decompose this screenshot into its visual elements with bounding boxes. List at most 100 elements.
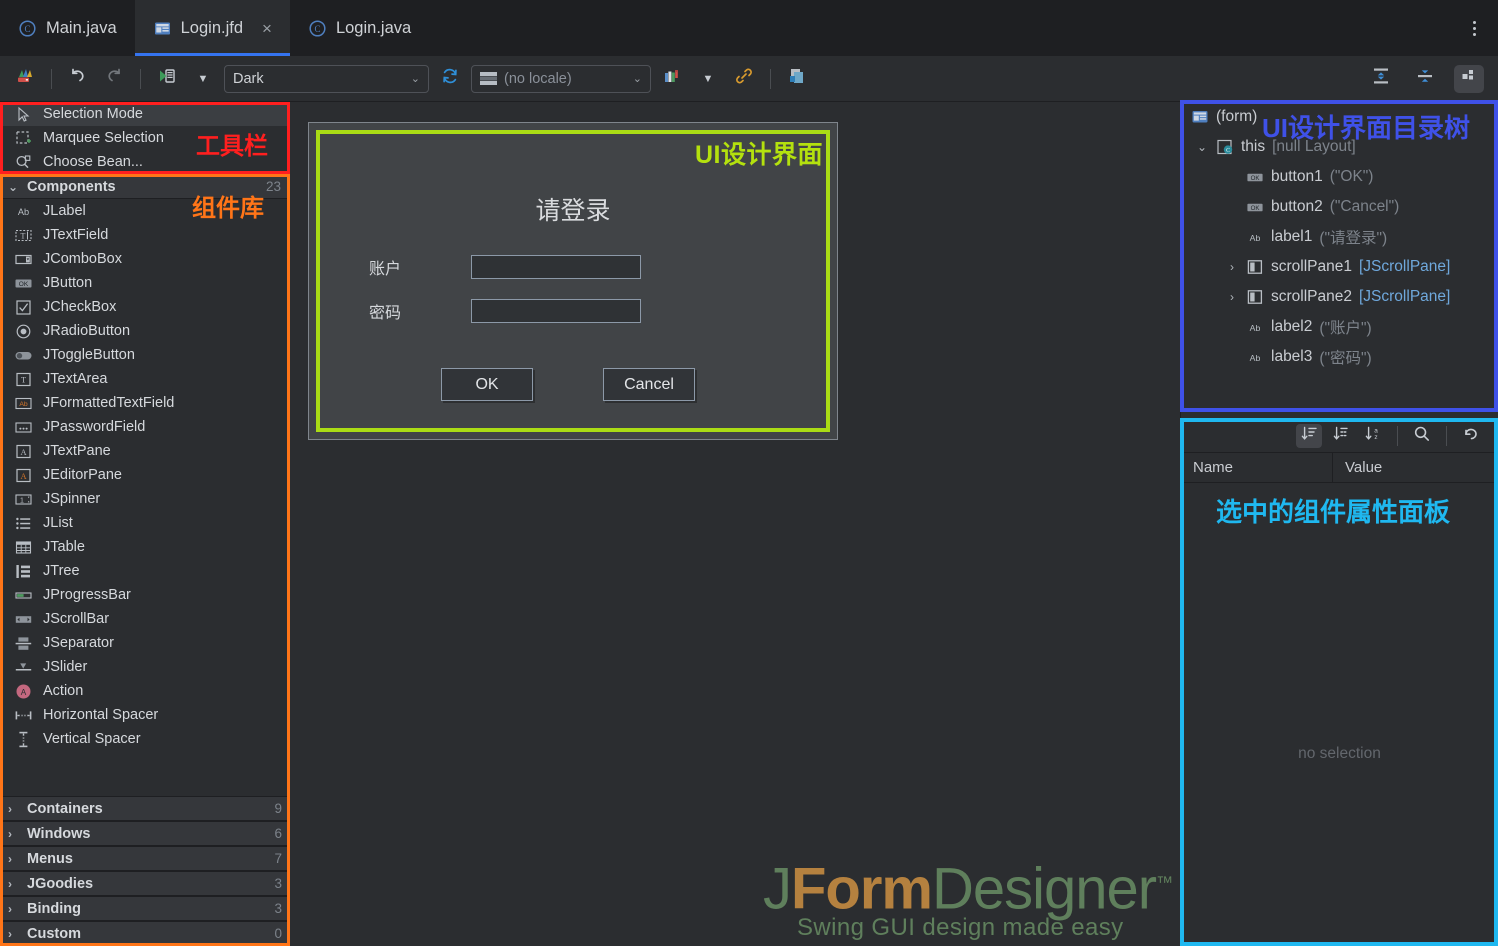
layout-grid-button[interactable] — [1454, 65, 1484, 93]
checkbox-icon — [14, 298, 33, 317]
palette-item-jslider[interactable]: JSlider — [0, 655, 289, 679]
palette-item-jscrollbar[interactable]: JScrollBar — [0, 607, 289, 631]
distribute-vertical-button[interactable] — [1366, 65, 1396, 93]
align-center-button[interactable] — [1410, 65, 1440, 93]
run-form-icon — [157, 66, 177, 91]
palette-group-label: Custom — [27, 926, 267, 942]
run-form-button[interactable] — [152, 65, 182, 93]
properties-column-name: Name — [1181, 453, 1333, 482]
palette-item-jseparator[interactable]: JSeparator — [0, 631, 289, 655]
palette-item-jpasswordfield[interactable]: JPasswordField — [0, 415, 289, 439]
tab-overflow-menu-button[interactable] — [1465, 0, 1484, 56]
palette-item-jtextfield[interactable]: TJTextField — [0, 223, 289, 247]
watermark-j: J — [763, 856, 791, 921]
form-heading-label[interactable]: 请登录 — [309, 191, 837, 227]
palette-group-windows[interactable]: ›Windows6 — [0, 821, 290, 846]
svg-text:T: T — [21, 231, 26, 240]
button-icon: OK — [1246, 168, 1264, 186]
link-button[interactable] — [729, 65, 759, 93]
tab-login-java[interactable]: C Login.java — [290, 0, 429, 56]
tab-main-java[interactable]: C Main.java — [0, 0, 135, 56]
textarea-icon: T — [14, 370, 33, 389]
toolbar-right-group — [1366, 65, 1488, 93]
palette-item-jtable[interactable]: JTable — [0, 535, 289, 559]
palette-group-label: JGoodies — [27, 876, 267, 892]
refresh-button[interactable] — [435, 65, 465, 93]
palette-item-jcombobox[interactable]: JComboBox — [0, 247, 289, 271]
sort-alphabetically-button[interactable]: a z — [1360, 424, 1386, 448]
palette-group-menus[interactable]: ›Menus7 — [0, 846, 290, 871]
resource-bundle-dropdown-button[interactable]: ▼ — [693, 65, 723, 93]
svg-text:A: A — [21, 688, 27, 697]
form-field-label[interactable]: 密码 — [349, 299, 421, 323]
chevron-right-icon[interactable]: › — [1225, 290, 1239, 304]
palette-group-binding[interactable]: ›Binding3 — [0, 896, 290, 921]
list-icon — [14, 514, 33, 533]
button-icon: OK — [1246, 198, 1264, 216]
sort-by-category-button[interactable] — [1296, 424, 1322, 448]
palette-item-jtextpane[interactable]: AJTextPane — [0, 439, 289, 463]
button-icon: OK — [14, 274, 33, 293]
tree-node-label2[interactable]: Ablabel2("账户") — [1181, 312, 1498, 342]
tree-node-scrollpane2[interactable]: ›scrollPane2[JScrollPane] — [1181, 282, 1498, 312]
svg-text:C: C — [1226, 148, 1230, 154]
palette-item-jtextarea[interactable]: T JTextArea — [0, 367, 289, 391]
cancel-button[interactable]: Cancel — [603, 368, 695, 401]
palette-button[interactable] — [10, 65, 40, 93]
redo-button[interactable] — [99, 65, 129, 93]
theme-select[interactable]: Dark ⌄ — [224, 65, 429, 93]
tab-close-icon[interactable]: × — [262, 20, 272, 37]
properties-search-button[interactable] — [1409, 424, 1435, 448]
tree-node-button2[interactable]: OKbutton2("Cancel") — [1181, 192, 1498, 222]
radiobutton-icon — [14, 322, 33, 341]
palette-item-jtree[interactable]: JTree — [0, 559, 289, 583]
palette-item-jradiobutton[interactable]: JRadioButton — [0, 319, 289, 343]
java-source-button[interactable] — [782, 65, 812, 93]
palette-item-vertical spacer[interactable]: Vertical Spacer — [0, 727, 289, 751]
palette-item-jbutton[interactable]: OKJButton — [0, 271, 289, 295]
chevron-down-icon[interactable]: ⌄ — [1195, 140, 1209, 154]
palette-item-jtogglebutton[interactable]: JToggleButton — [0, 343, 289, 367]
label-icon: Ab — [14, 202, 33, 221]
svg-text:C: C — [24, 24, 30, 34]
tree-node-label1[interactable]: Ablabel1("请登录") — [1181, 222, 1498, 252]
palette-group-custom[interactable]: ›Custom0 — [0, 921, 290, 946]
design-canvas[interactable]: UI设计界面 请登录 账户 密码 OK Cancel JFormDesigner… — [291, 102, 1179, 946]
svg-text:OK: OK — [19, 281, 29, 288]
undo-button[interactable] — [63, 65, 93, 93]
chevron-right-icon[interactable]: › — [1225, 260, 1239, 274]
palette-item-horizontal spacer[interactable]: Horizontal Spacer — [0, 703, 289, 727]
design-form[interactable]: UI设计界面 请登录 账户 密码 OK Cancel — [308, 122, 838, 440]
palette-item-jlist[interactable]: JList — [0, 511, 289, 535]
palette-item-label: JSeparator — [43, 635, 114, 651]
palette-group-jgoodies[interactable]: ›JGoodies3 — [0, 871, 290, 896]
locale-select[interactable]: (no locale) ⌄ — [471, 65, 651, 93]
resource-bundle-button[interactable] — [657, 65, 687, 93]
tree-node-button1[interactable]: OKbutton1("OK") — [1181, 162, 1498, 192]
password-input[interactable] — [471, 299, 641, 323]
sort-grouped-button[interactable] — [1328, 424, 1354, 448]
palette-mode-selection[interactable]: Selection Mode — [0, 102, 289, 126]
form-icon — [1191, 108, 1209, 126]
palette-item-jcheckbox[interactable]: JCheckBox — [0, 295, 289, 319]
togglebutton-icon — [14, 346, 33, 365]
tab-login-jfd[interactable]: Login.jfd × — [135, 0, 290, 56]
palette-group-containers[interactable]: ›Containers9 — [0, 796, 290, 821]
palette-item-jprogressbar[interactable]: JProgressBar — [0, 583, 289, 607]
ok-button[interactable]: OK — [441, 368, 533, 401]
palette-item-jformattedtextfield[interactable]: AbJFormattedTextField — [0, 391, 289, 415]
tree-node-scrollpane1[interactable]: ›scrollPane1[JScrollPane] — [1181, 252, 1498, 282]
form-surface[interactable]: UI设计界面 请登录 账户 密码 OK Cancel — [308, 122, 838, 440]
tree-node-label3[interactable]: Ablabel3("密码") — [1181, 342, 1498, 372]
palette-item-jspinner[interactable]: 1JSpinner — [0, 487, 289, 511]
chevron-right-icon: › — [8, 927, 20, 941]
properties-annotation-label: 选中的组件属性面板 — [1216, 492, 1450, 529]
chevron-down-icon: ⌄ — [8, 180, 20, 194]
restore-default-button[interactable] — [1458, 424, 1484, 448]
form-field-label[interactable]: 账户 — [349, 255, 421, 279]
palette-item-action[interactable]: AAction — [0, 679, 289, 703]
palette-item-jeditorpane[interactable]: AJEditorPane — [0, 463, 289, 487]
run-dropdown-button[interactable]: ▼ — [188, 65, 218, 93]
palette-item-label: JTextArea — [43, 371, 107, 387]
account-input[interactable] — [471, 255, 641, 279]
